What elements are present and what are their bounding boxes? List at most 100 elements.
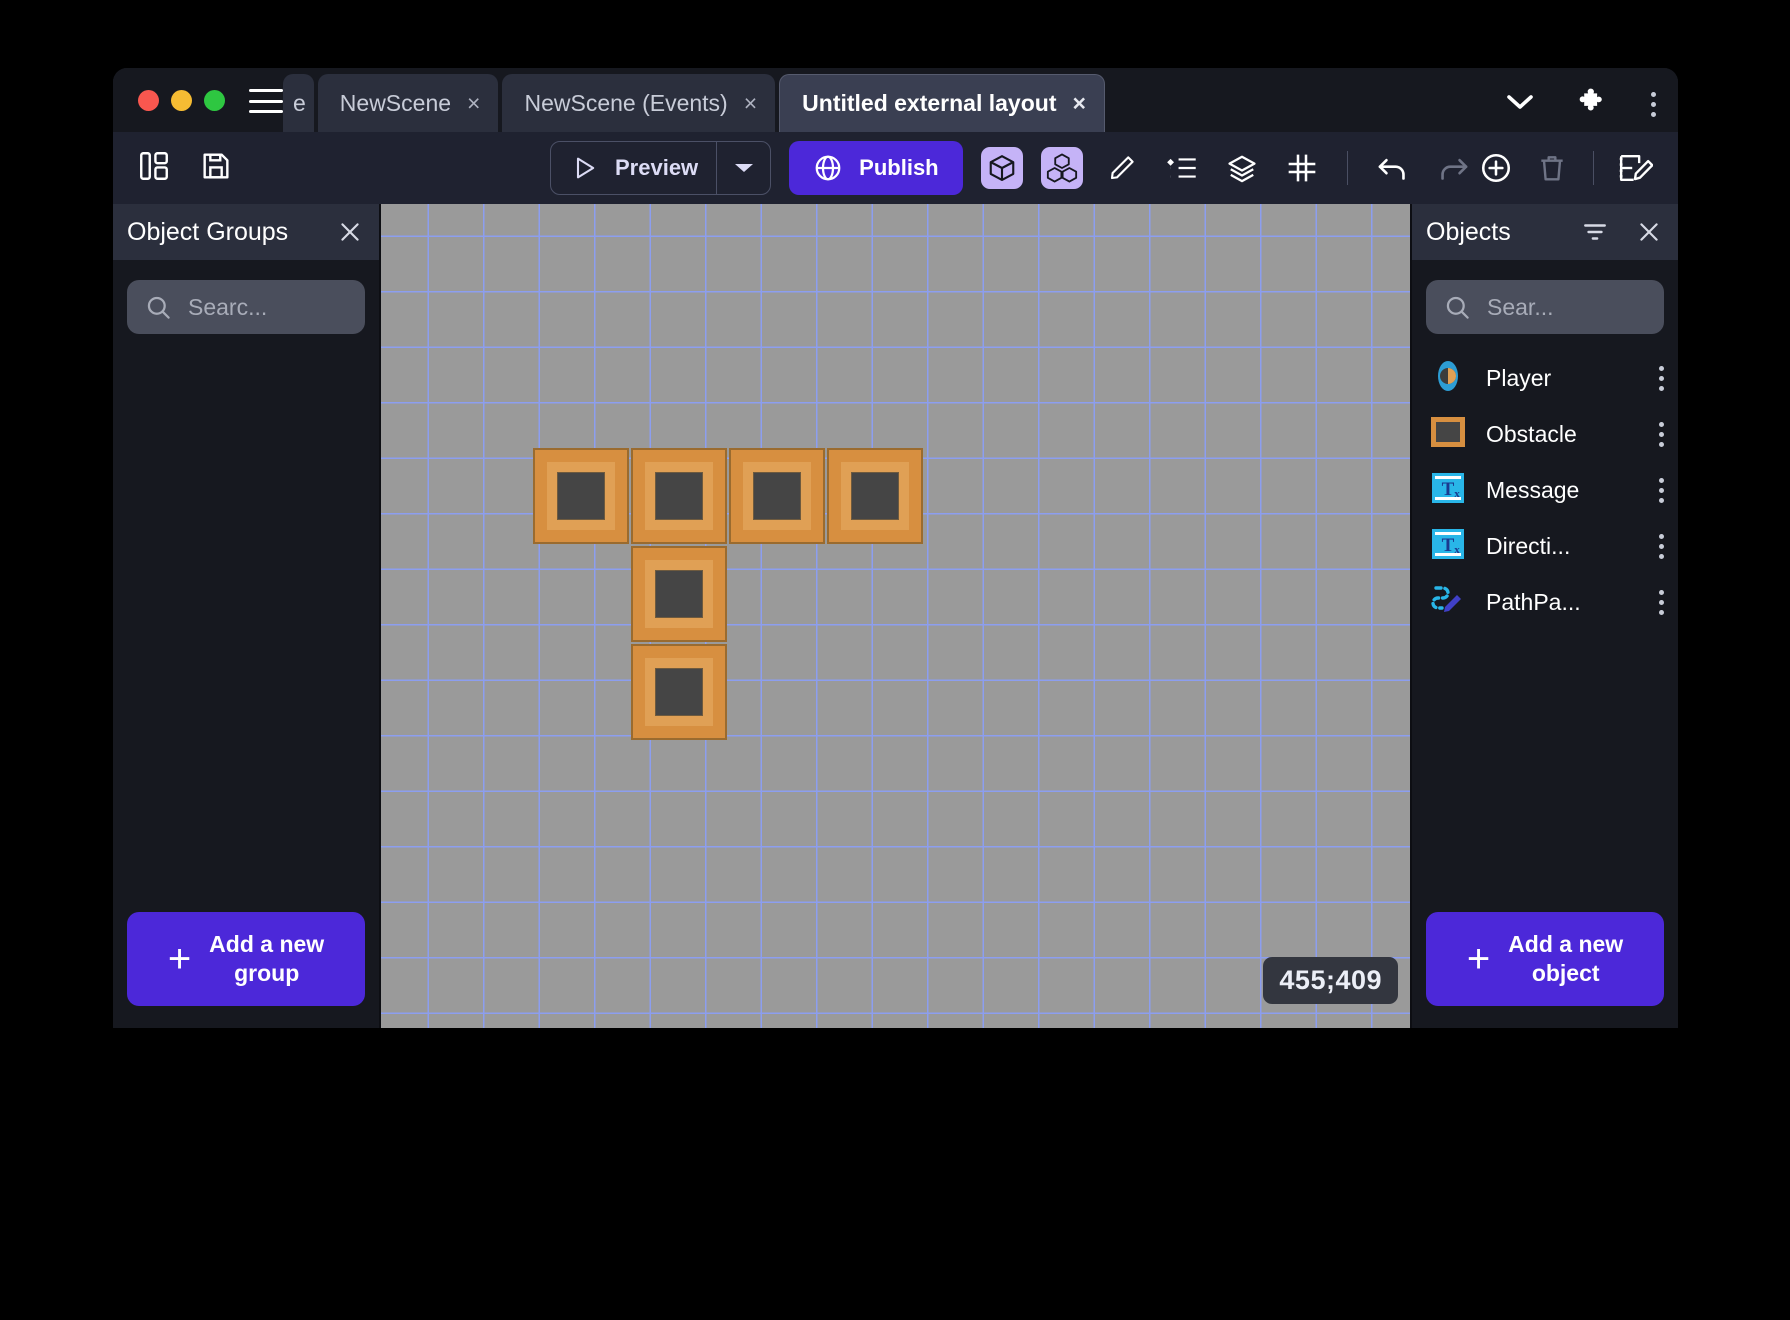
object-name: Directi... [1486,533,1639,560]
grid-icon[interactable] [1281,147,1323,189]
preview-label: Preview [615,155,698,181]
cube-icon[interactable] [981,147,1023,189]
objects-list: Player Obstacle [1412,334,1678,912]
puzzle-piece-icon[interactable] [1577,86,1609,123]
close-window-button[interactable] [138,90,159,111]
svg-text:x: x [1454,544,1460,556]
add-new-group-button[interactable]: + Add a new group [127,912,365,1006]
layers-icon[interactable] [1221,147,1263,189]
object-name: Message [1486,477,1639,504]
obstacle-tile[interactable] [631,448,727,544]
obstacle-tile[interactable] [533,448,629,544]
tab-newscene-events[interactable]: NewScene (Events) × [502,74,775,132]
object-name: Obstacle [1486,421,1639,448]
object-list-item-obstacle[interactable]: Obstacle [1412,406,1678,462]
tab-clipped[interactable]: e [283,74,314,132]
tile-core [557,472,605,520]
tile-core [851,472,899,520]
pencil-icon[interactable] [1101,147,1143,189]
window-controls [138,90,225,111]
kebab-menu-icon[interactable] [1651,92,1656,117]
obstacle-sprite-icon [1430,414,1466,455]
close-icon[interactable]: × [1072,92,1085,115]
cursor-coordinates-badge: 455;409 [1263,957,1398,1004]
titlebar-actions [1505,86,1656,123]
redo-icon[interactable] [1432,147,1474,189]
object-menu-icon[interactable] [1659,590,1664,615]
close-icon[interactable] [1636,219,1662,245]
hamburger-icon[interactable] [249,89,283,113]
text-object-icon: T x [1430,470,1466,511]
tile-core [753,472,801,520]
maximize-window-button[interactable] [204,90,225,111]
filter-icon[interactable] [1582,221,1608,243]
object-menu-icon[interactable] [1659,422,1664,447]
tab-label: NewScene [340,90,451,117]
objects-search-input[interactable]: Sear... [1426,280,1664,334]
search-placeholder: Sear... [1487,294,1553,321]
save-icon[interactable] [199,149,233,188]
add-group-label: Add a new group [209,930,324,988]
canvas-grid [381,204,1410,1028]
chevron-down-icon[interactable] [1505,92,1535,117]
search-icon [1444,294,1471,321]
object-groups-search-input[interactable]: Searc... [127,280,365,334]
object-menu-icon[interactable] [1659,366,1664,391]
object-menu-icon[interactable] [1659,534,1664,559]
close-icon[interactable]: × [744,92,757,115]
object-list-item-direction[interactable]: T x Directi... [1412,518,1678,574]
properties-list-icon[interactable] [1161,147,1203,189]
toolbar-divider [1593,151,1594,185]
instances-icon[interactable] [1041,147,1083,189]
tile-core [655,472,703,520]
object-name: Player [1486,365,1639,392]
title-bar: e NewScene × NewScene (Events) × Untitle… [113,68,1678,132]
toolbar-left-group [137,149,233,188]
object-groups-header: Object Groups [113,204,379,260]
scene-canvas[interactable]: 455;409 [379,204,1412,1028]
close-icon[interactable]: × [467,92,480,115]
add-new-object-button[interactable]: + Add a new object [1426,912,1664,1006]
text-object-icon: T x [1430,526,1466,567]
obstacle-tile[interactable] [729,448,825,544]
zoom-in-icon[interactable] [1475,147,1517,189]
toolbar-center-group: Preview Publish [550,141,1474,195]
preview-dropdown-button[interactable] [716,142,770,194]
obstacle-tile[interactable] [631,546,727,642]
object-groups-footer: + Add a new group [113,912,379,1028]
toolbar-right-group [1475,147,1656,189]
trash-icon[interactable] [1531,147,1573,189]
tab-untitled-external-layout[interactable]: Untitled external layout × [779,74,1105,132]
tab-label: e [293,90,306,117]
object-menu-icon[interactable] [1659,478,1664,503]
close-icon[interactable] [337,219,363,245]
preview-control: Preview [550,141,771,195]
publish-button[interactable]: Publish [789,141,962,195]
obstacle-tile[interactable] [631,644,727,740]
preview-button[interactable]: Preview [551,142,716,194]
plus-icon: + [1467,939,1490,979]
player-sprite-icon [1430,358,1466,399]
tile-core [655,570,703,618]
chevron-down-icon [733,161,755,175]
edit-layout-icon[interactable] [1614,147,1656,189]
layout-panels-icon[interactable] [137,149,171,188]
body-area: Object Groups Searc... + Add a new group [113,204,1678,1028]
svg-text:x: x [1454,488,1460,500]
panel-title: Objects [1426,218,1572,247]
obstacle-tile[interactable] [827,448,923,544]
toolbar-divider [1347,151,1348,185]
object-list-item-player[interactable]: Player [1412,350,1678,406]
object-list-item-pathpainter[interactable]: PathPa... [1412,574,1678,630]
objects-header: Objects [1412,204,1678,260]
svg-text:T: T [1442,535,1455,556]
objects-footer: + Add a new object [1412,912,1678,1028]
undo-icon[interactable] [1372,147,1414,189]
minimize-window-button[interactable] [171,90,192,111]
play-icon [571,154,599,182]
panel-title: Object Groups [127,218,327,247]
object-list-item-message[interactable]: T x Message [1412,462,1678,518]
svg-text:T: T [1442,479,1455,500]
tab-newscene[interactable]: NewScene × [318,74,499,132]
tab-label: Untitled external layout [802,90,1056,117]
